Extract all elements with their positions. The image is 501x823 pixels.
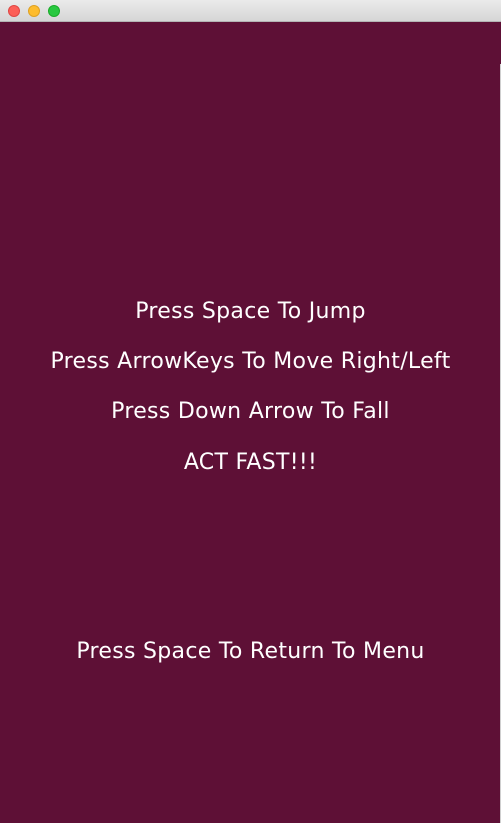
game-window: Press Space To Jump Press ArrowKeys To M…: [0, 0, 501, 823]
maximize-window-icon[interactable]: [48, 5, 60, 17]
instruction-fall: Press Down Arrow To Fall: [111, 399, 390, 424]
window-titlebar[interactable]: [0, 0, 501, 22]
instruction-act-fast: ACT FAST!!!: [183, 450, 318, 475]
instructions-screen[interactable]: Press Space To Jump Press ArrowKeys To M…: [0, 22, 501, 823]
instruction-jump: Press Space To Jump: [135, 299, 366, 324]
minimize-window-icon[interactable]: [28, 5, 40, 17]
return-to-menu-prompt: Press Space To Return To Menu: [76, 639, 425, 664]
close-window-icon[interactable]: [8, 5, 20, 17]
instruction-move: Press ArrowKeys To Move Right/Left: [50, 349, 451, 374]
